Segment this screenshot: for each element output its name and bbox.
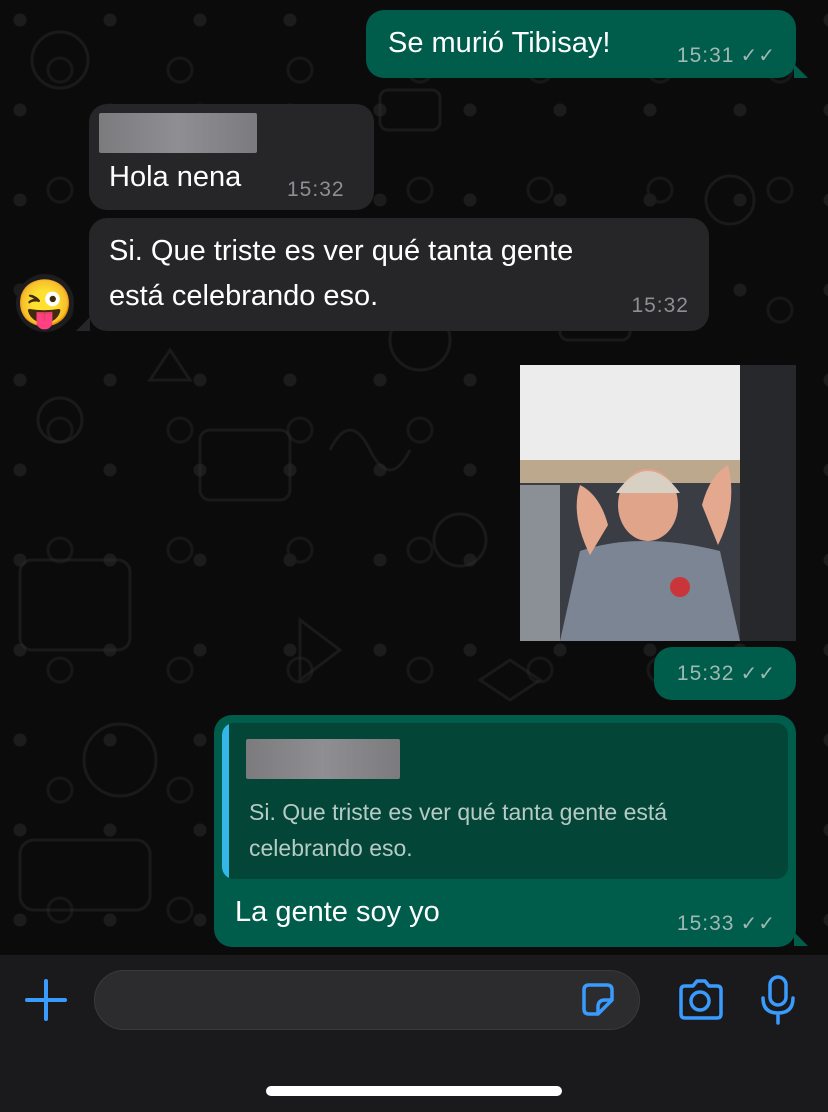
timestamp: 15:32 <box>631 294 689 317</box>
image-caption-bubble: 15:32 ✓✓ <box>654 647 796 700</box>
message-time: 15:33 ✓✓ <box>677 911 776 936</box>
redacted-quoted-sender <box>246 739 400 779</box>
camera-icon[interactable] <box>676 978 724 1022</box>
read-ticks-icon: ✓✓ <box>740 45 776 67</box>
bubble-tail <box>794 932 808 946</box>
bubble-tail <box>76 317 90 331</box>
reply-message[interactable]: Si. Que triste es ver qué tanta gente es… <box>214 715 796 947</box>
read-ticks-icon: ✓✓ <box>740 913 776 935</box>
message-text-line: Si. Que triste es ver qué tanta gente <box>109 235 574 267</box>
message-text: Hola nena <box>109 161 242 193</box>
incoming-message[interactable]: Si. Que triste es ver qué tanta gente es… <box>89 218 709 331</box>
message-time: 15:32 ✓✓ <box>677 661 776 686</box>
timestamp: 15:33 <box>676 912 735 935</box>
photo-content <box>520 365 796 641</box>
message-text: Se murió Tibisay! <box>388 27 611 59</box>
outgoing-message[interactable]: Se murió Tibisay! 15:31 ✓✓ <box>366 10 796 78</box>
incoming-message[interactable]: Hola nena 15:32 <box>89 104 374 210</box>
home-indicator[interactable] <box>266 1086 562 1096</box>
message-text-line: está celebrando eso. <box>109 280 379 312</box>
timestamp: 15:32 <box>287 178 345 201</box>
quote-accent-bar <box>222 723 229 879</box>
bubble-tail <box>794 64 808 78</box>
message-text: La gente soy yo <box>235 896 440 928</box>
microphone-icon[interactable] <box>760 974 796 1026</box>
quoted-text-line: celebrando eso. <box>249 835 413 861</box>
redacted-sender-name <box>99 113 257 153</box>
sender-avatar[interactable]: 😜 <box>16 274 74 332</box>
message-time: 15:31 ✓✓ <box>677 43 776 68</box>
timestamp: 15:32 <box>676 662 735 685</box>
quoted-message[interactable]: Si. Que triste es ver qué tanta gente es… <box>222 723 788 879</box>
sticker-icon[interactable] <box>578 980 618 1020</box>
timestamp: 15:31 <box>676 44 735 67</box>
message-input[interactable] <box>94 970 640 1030</box>
face-with-tongue-emoji: 😜 <box>16 277 74 329</box>
shared-photo[interactable] <box>520 365 796 641</box>
quoted-text-line: Si. Que triste es ver qué tanta gente es… <box>249 799 668 825</box>
read-ticks-icon: ✓✓ <box>740 663 776 685</box>
plus-icon[interactable] <box>24 978 68 1022</box>
